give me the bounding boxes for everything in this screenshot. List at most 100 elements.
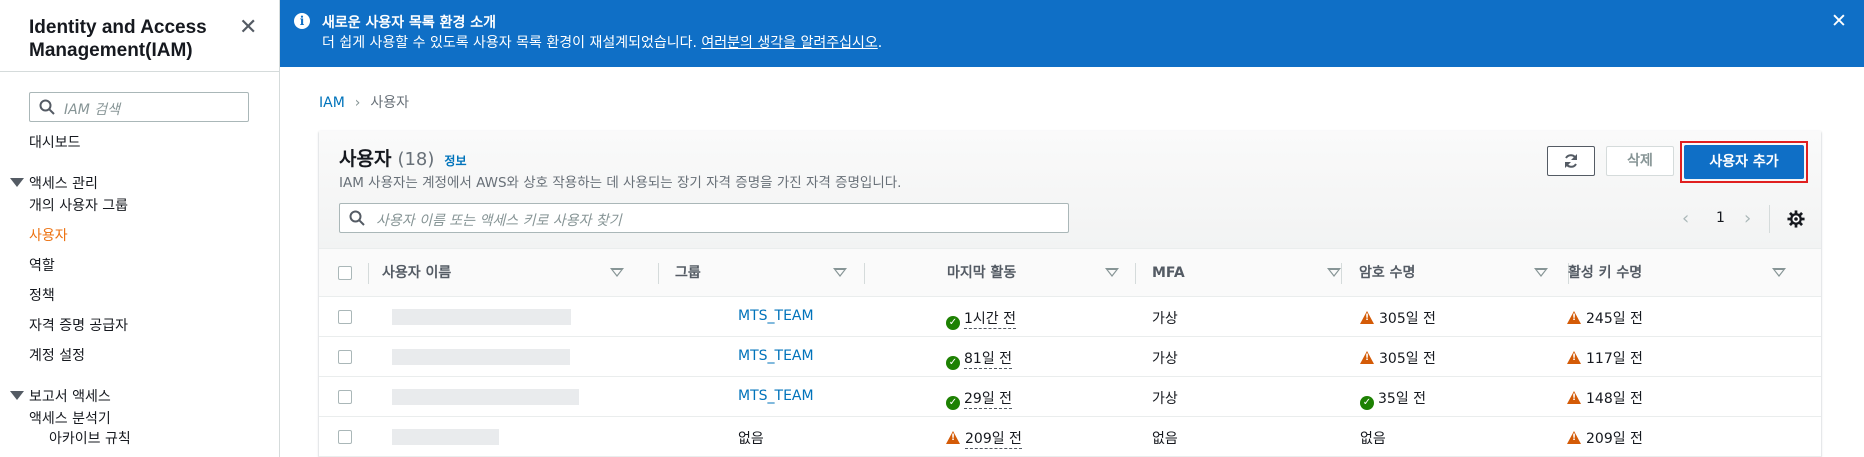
password-age-cell: 305일 전	[1360, 348, 1436, 368]
redacted-username	[392, 309, 571, 325]
sidebar-search-placeholder: IAM 검색	[64, 102, 120, 118]
sidebar-item-roles[interactable]: 역할	[29, 255, 55, 275]
select-all-checkbox[interactable]	[338, 266, 352, 280]
last-activity-cell: ✓ 29일 전	[946, 388, 1013, 410]
banner-feedback-link[interactable]: 여러분의 생각을 알려주십시오	[701, 35, 877, 51]
settings-icon[interactable]	[1787, 210, 1805, 228]
sidebar-section-label: 액세스 관리	[29, 176, 98, 192]
column-label: 사용자 이름	[382, 265, 452, 281]
warning-icon	[1567, 391, 1581, 404]
row-checkbox[interactable]	[338, 430, 352, 444]
last-activity-value[interactable]: 209일 전	[965, 431, 1022, 449]
last-activity-cell: ✓ 81일 전	[946, 348, 1013, 370]
refresh-icon	[1565, 154, 1577, 168]
breadcrumb-current: 사용자	[370, 95, 410, 111]
sidebar-search-input[interactable]: IAM 검색	[29, 92, 249, 122]
key-age-cell: 117일 전	[1567, 348, 1643, 368]
caret-down-icon	[1772, 268, 1786, 277]
sidebar-item-policies[interactable]: 정책	[29, 285, 55, 305]
last-activity-cell: ✓ 1시간 전	[946, 308, 1016, 330]
mfa-cell: 없음	[1152, 431, 1178, 447]
password-age-value: 35일 전	[1378, 391, 1427, 407]
sidebar-section-label: 보고서 액세스	[29, 389, 111, 405]
page-title: 사용자 (18) 정보	[339, 144, 467, 171]
last-activity-cell: 209일 전	[946, 428, 1022, 449]
key-age-value: 148일 전	[1586, 391, 1643, 407]
key-age-value: 209일 전	[1586, 431, 1643, 447]
warning-icon	[946, 431, 960, 444]
chevron-right-icon: ›	[354, 95, 361, 111]
column-header-username[interactable]: 사용자 이름	[382, 249, 642, 297]
column-label: 암호 수명	[1359, 265, 1416, 281]
table-row[interactable]: MTS_TEAM ✓ 81일 전 가상 305일 전 117일 전	[319, 337, 1821, 377]
last-activity-value[interactable]: 29일 전	[964, 391, 1013, 409]
check-circle-icon: ✓	[1360, 396, 1374, 410]
column-header-mfa[interactable]: MFA	[1152, 249, 1359, 297]
column-label: 마지막 활동	[947, 265, 1017, 281]
caret-down-icon	[10, 391, 24, 400]
column-divider	[864, 263, 865, 284]
key-age-value: 245일 전	[1586, 311, 1643, 327]
user-search-input[interactable]: 사용자 이름 또는 액세스 키로 사용자 찾기	[339, 203, 1069, 233]
column-header-group[interactable]: 그룹	[675, 249, 865, 297]
warning-icon	[1360, 311, 1374, 324]
mfa-cell: 가상	[1152, 351, 1178, 367]
page-number[interactable]: 1	[1716, 210, 1725, 226]
group-link[interactable]: MTS_TEAM	[738, 348, 814, 364]
table-row[interactable]: 없음 209일 전 없음 없음 209일 전	[319, 417, 1821, 457]
redacted-username	[392, 349, 570, 365]
caret-down-icon	[1327, 268, 1341, 277]
row-checkbox[interactable]	[338, 310, 352, 324]
row-checkbox[interactable]	[338, 390, 352, 404]
users-panel: 사용자 (18) 정보 IAM 사용자는 계정에서 AWS와 상호 작용하는 데 사…	[319, 131, 1821, 457]
caret-down-icon	[1105, 268, 1119, 277]
banner-body: 더 쉽게 사용할 수 있도록 사용자 목록 환경이 재설계되었습니다. 여러분의…	[322, 32, 882, 52]
table-header: 사용자 이름 그룹 마지막 활동 MFA 암호 수명 활성 키 수명	[319, 248, 1821, 297]
last-activity-value[interactable]: 1시간 전	[964, 311, 1016, 329]
close-icon[interactable]: ✕	[239, 15, 257, 40]
mfa-cell: 가상	[1152, 391, 1178, 407]
last-activity-value[interactable]: 81일 전	[964, 351, 1013, 369]
row-checkbox[interactable]	[338, 350, 352, 364]
info-banner: i 새로운 사용자 목록 환경 소개 더 쉽게 사용할 수 있도록 사용자 목록…	[280, 0, 1864, 67]
caret-down-icon	[10, 178, 24, 187]
close-icon[interactable]: ✕	[1831, 10, 1847, 32]
refresh-button[interactable]	[1547, 146, 1595, 176]
sidebar-section-access-mgmt[interactable]: 액세스 관리	[10, 173, 98, 193]
breadcrumb-iam[interactable]: IAM	[319, 95, 345, 111]
sidebar-item-archive-rules[interactable]: 아카이브 규칙	[49, 428, 131, 448]
column-divider	[368, 263, 369, 284]
sidebar-section-reports[interactable]: 보고서 액세스	[10, 386, 111, 406]
page-title-text: 사용자	[339, 148, 392, 170]
sidebar-item-users[interactable]: 사용자	[29, 225, 68, 245]
password-age-cell: ✓ 35일 전	[1360, 388, 1426, 410]
sidebar-item-identity-providers[interactable]: 자격 증명 공급자	[29, 315, 128, 335]
info-icon: i	[294, 13, 310, 29]
info-link[interactable]: 정보	[444, 154, 466, 168]
password-age-cell: 305일 전	[1360, 308, 1436, 328]
sidebar-item-user-groups[interactable]: 개의 사용자 그룹	[29, 195, 128, 215]
warning-icon	[1567, 431, 1581, 444]
sidebar-item-access-analyzer[interactable]: 액세스 분석기	[29, 408, 111, 428]
pagination: ‹ 1 ›	[1682, 208, 1792, 232]
table-row[interactable]: MTS_TEAM ✓ 1시간 전 가상 305일 전 245일 전	[319, 297, 1821, 337]
chevron-left-icon[interactable]: ‹	[1682, 208, 1696, 229]
chevron-right-icon[interactable]: ›	[1744, 208, 1758, 229]
sidebar-divider	[0, 71, 279, 72]
column-label: 그룹	[675, 265, 701, 281]
table-row[interactable]: MTS_TEAM ✓ 29일 전 가상 ✓ 35일 전 148일 전	[319, 377, 1821, 417]
sidebar-item-account-settings[interactable]: 계정 설정	[29, 345, 85, 365]
column-label: 활성 키 수명	[1568, 265, 1643, 281]
delete-button[interactable]: 삭제	[1606, 146, 1674, 176]
check-circle-icon: ✓	[946, 356, 960, 370]
column-header-active-key-age[interactable]: 활성 키 수명	[1568, 249, 1804, 297]
column-header-last-activity[interactable]: 마지막 활동	[947, 249, 1137, 297]
group-link[interactable]: MTS_TEAM	[738, 308, 814, 324]
warning-icon	[1567, 351, 1581, 364]
add-user-button[interactable]: 사용자 추가	[1684, 145, 1804, 179]
group-link[interactable]: MTS_TEAM	[738, 388, 814, 404]
password-age-cell: 없음	[1360, 431, 1386, 447]
column-header-password-age[interactable]: 암호 수명	[1359, 249, 1566, 297]
sidebar-item-dashboard[interactable]: 대시보드	[29, 132, 81, 152]
column-label: MFA	[1152, 265, 1185, 281]
